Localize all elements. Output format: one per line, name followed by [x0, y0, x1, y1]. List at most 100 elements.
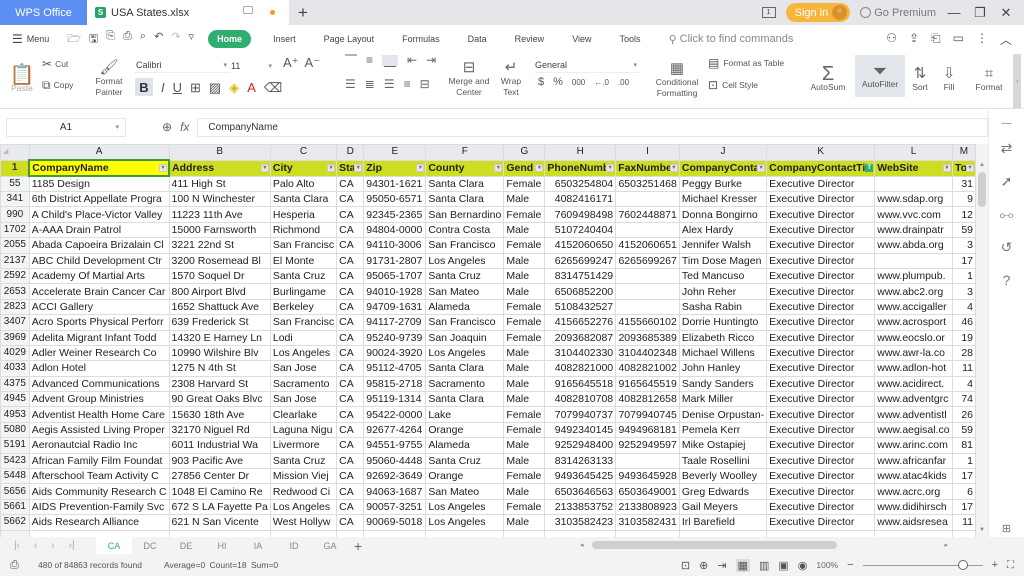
filter-dropdown-icon[interactable]: ▾ [159, 164, 168, 172]
cell[interactable]: Santa Cruz [269, 452, 338, 470]
cell[interactable]: 8314263133 [544, 452, 617, 470]
cell[interactable]: CA [336, 298, 365, 316]
row-header[interactable]: 55 [0, 175, 30, 192]
tab-data[interactable]: Data [454, 30, 501, 48]
cell[interactable]: 4155660102 [615, 314, 680, 331]
cell[interactable]: 95112-4705 [363, 360, 427, 377]
cell[interactable]: www.sdap.org [874, 190, 953, 208]
cell[interactable] [951, 529, 976, 537]
normal-view-icon[interactable]: ▦ [735, 558, 750, 572]
cell[interactable]: Sacramento [269, 375, 338, 393]
bold-button[interactable]: B [135, 78, 153, 96]
fill-color-icon[interactable]: ◈ [229, 81, 239, 94]
freeze-icon[interactable]: ⊕ [699, 559, 708, 572]
cell[interactable]: 26 [951, 406, 976, 423]
header-cell[interactable]: WebSite ▾ [874, 159, 953, 177]
cell[interactable]: Female [503, 175, 546, 192]
cell[interactable]: Santa Clara [425, 360, 505, 377]
cell[interactable]: Livermore [269, 437, 338, 454]
last-sheet-icon[interactable]: ›| [69, 540, 75, 551]
cell[interactable]: www.aegisal.co [874, 421, 953, 439]
cell[interactable]: Adventist Health Home Care [28, 406, 170, 423]
cell[interactable]: 94804-0000 [363, 221, 427, 239]
cut-button[interactable]: ✂ Cut [42, 56, 68, 72]
column-header-g[interactable]: G [503, 144, 546, 161]
cell[interactable]: Aids Community Research C [28, 483, 170, 500]
cell[interactable]: Executive Director [766, 468, 876, 485]
align-middle-icon[interactable]: ≡ [366, 54, 373, 66]
print-preview-icon[interactable]: ⌕ [140, 30, 146, 49]
cell[interactable]: West Hollyw [269, 514, 338, 531]
cell[interactable]: 7609498498 [544, 206, 617, 223]
tab-home[interactable]: Home [208, 30, 252, 48]
row-header[interactable]: 2055 [0, 237, 30, 254]
cell[interactable]: Sandy Sanders [678, 375, 768, 393]
cell[interactable]: 27856 Center Dr [168, 468, 271, 485]
row-header[interactable]: 5080 [0, 421, 30, 439]
cell[interactable]: 9493645928 [615, 468, 680, 485]
cell[interactable]: Peggy Burke [678, 175, 768, 192]
cell[interactable]: Male [503, 190, 546, 208]
cell[interactable]: 3104402348 [615, 344, 680, 362]
row-header[interactable]: 2137 [0, 252, 30, 269]
cell[interactable]: 94551-9755 [363, 437, 427, 454]
cell[interactable]: 94010-1928 [363, 283, 427, 300]
cell[interactable]: 92345-2365 [363, 206, 427, 223]
cell[interactable]: San Bernardino [425, 206, 505, 223]
cell[interactable]: Jennifer Walsh [678, 237, 768, 254]
page-layout-view-icon[interactable]: ▣ [778, 559, 788, 572]
cell[interactable]: Orange [425, 421, 505, 439]
export-icon[interactable]: ⎘ [106, 30, 115, 49]
cell[interactable]: www.adventgrc [874, 391, 953, 408]
cell[interactable]: Male [503, 514, 546, 531]
column-header-b[interactable]: B [168, 144, 271, 161]
cell[interactable]: 1275 N 4th St [168, 360, 271, 377]
header-cell[interactable]: Stat ▾ [336, 159, 365, 177]
side-panel-menu-icon[interactable]: — [1002, 118, 1012, 129]
name-box[interactable]: A1 ▾ [6, 117, 126, 137]
clear-format-icon[interactable]: ⌫ [264, 81, 282, 94]
page-break-view-icon[interactable]: ▥ [759, 559, 769, 572]
cell[interactable]: Male [503, 360, 546, 377]
thousands-icon[interactable]: 000 [572, 77, 585, 88]
cell[interactable]: 95240-9739 [363, 329, 427, 346]
cell[interactable]: 411 High St [168, 175, 271, 192]
cell[interactable]: 2133808923 [615, 498, 680, 516]
first-sheet-icon[interactable]: |‹ [14, 540, 20, 551]
cell[interactable]: Clearlake [269, 406, 338, 423]
cell[interactable]: www.adlon-hot [874, 360, 953, 377]
cell[interactable]: 90069-5018 [363, 514, 427, 531]
window-count-icon[interactable]: 1 [761, 7, 776, 18]
minimize-icon[interactable]: — [946, 5, 962, 20]
tab-insert[interactable]: Insert [259, 30, 310, 48]
cell[interactable]: 6503649001 [615, 483, 680, 500]
cell[interactable]: 74 [951, 391, 976, 408]
cell[interactable]: 4082821000 [544, 360, 617, 377]
align-top-icon[interactable]: ⎺ [345, 54, 357, 66]
tab-page-layout[interactable]: Page Layout [310, 30, 389, 48]
cell[interactable]: CA [336, 175, 365, 192]
cell[interactable]: 11223 11th Ave [168, 206, 271, 223]
collaborate-icon[interactable]: ⎗ [931, 31, 941, 48]
cell[interactable]: 95065-1707 [363, 267, 427, 285]
cell[interactable]: Santa Cruz [425, 452, 505, 470]
cell[interactable]: 3104402330 [544, 344, 617, 362]
cell[interactable]: 9252949597 [615, 437, 680, 454]
cell[interactable]: 4152060650 [544, 237, 617, 254]
cell[interactable]: San Francisco [425, 237, 505, 254]
decrease-font-icon[interactable]: A⁻ [305, 56, 321, 69]
reading-mode-icon[interactable]: ⇥ [717, 559, 726, 572]
column-header-c[interactable]: C [269, 144, 338, 161]
cell[interactable]: Executive Director [766, 452, 876, 470]
cell[interactable]: Pemela Kerr [678, 421, 768, 439]
format-as-table-button[interactable]: ▤ Format as Table [708, 57, 784, 69]
cell[interactable]: 4082416171 [544, 190, 617, 208]
percent-icon[interactable]: % [553, 77, 563, 88]
cell[interactable]: Executive Director [766, 298, 876, 316]
wrap-text-button[interactable]: ↵ Wrap Text [497, 55, 525, 103]
cell[interactable]: Female [503, 329, 546, 346]
file-tab[interactable]: S USA States.xlsx [87, 0, 289, 25]
cell[interactable]: Advent Group Ministries [28, 391, 170, 408]
cell[interactable]: 7079940737 [544, 406, 617, 423]
history-icon[interactable]: ↺ [1001, 239, 1013, 256]
